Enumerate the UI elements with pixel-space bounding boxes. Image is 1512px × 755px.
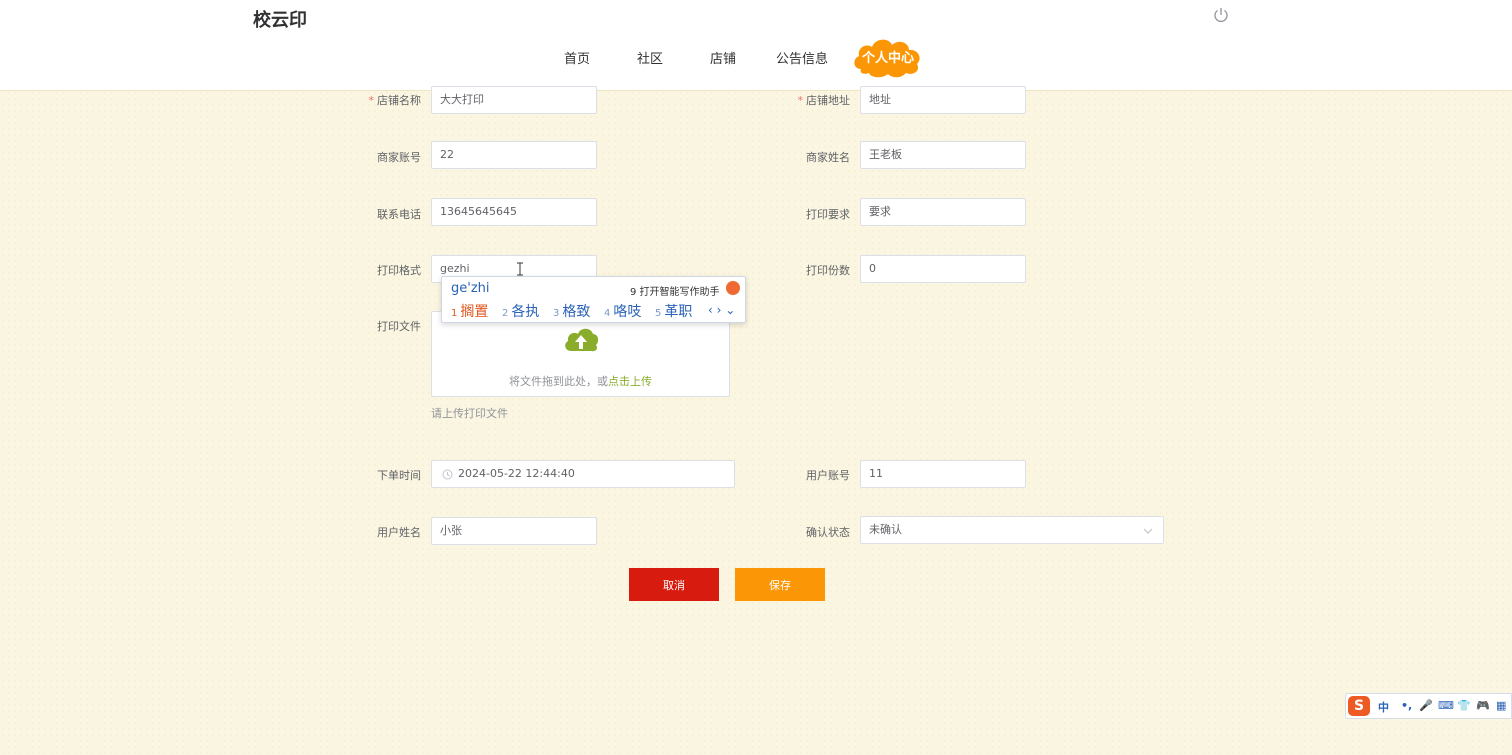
user-account-label: 用户账号 [806, 469, 850, 482]
print-requirement-label: 打印要求 [806, 208, 850, 221]
merchant-name-input[interactable]: 王老板 [860, 141, 1026, 169]
clock-icon [442, 469, 453, 480]
print-requirement-input[interactable]: 要求 [860, 198, 1026, 226]
sogou-logo-icon[interactable]: S [1348, 696, 1370, 716]
shop-address-label: * 店铺地址 [797, 94, 851, 107]
phone-input[interactable]: 13645645645 [431, 198, 597, 226]
ime-candidate[interactable]: 5 革职 [655, 301, 692, 321]
nav-shop[interactable]: 店铺 [710, 48, 736, 67]
upload-drop-text: 将文件拖到此处，或 [509, 375, 608, 388]
microphone-icon[interactable]: 🎤 [1419, 699, 1433, 712]
merchant-name-label: 商家姓名 [806, 151, 850, 164]
ime-page-nav-icon[interactable]: ‹ › ⌄ [708, 303, 735, 317]
chevron-down-icon [1143, 528, 1153, 534]
ime-assistant-icon[interactable] [726, 281, 740, 295]
game-icon[interactable]: 🎮 [1476, 699, 1490, 712]
ime-candidate[interactable]: 1 搁置 [451, 301, 488, 321]
nav-personal-center-label: 个人中心 [861, 51, 914, 66]
ime-writing-assistant-hint[interactable]: 9 打开智能写作助手 [630, 283, 720, 298]
merchant-account-input[interactable]: 22 [431, 141, 597, 169]
nav-community[interactable]: 社区 [637, 48, 663, 67]
shop-address-input[interactable]: 地址 [860, 86, 1026, 114]
print-format-label: 打印格式 [377, 264, 421, 277]
app-logo-title: 校云印 [253, 10, 307, 31]
print-copies-label: 打印份数 [806, 264, 850, 277]
power-icon[interactable] [1212, 6, 1230, 24]
phone-label: 联系电话 [377, 208, 421, 221]
top-header: 校云印 首页 社区 店铺 公告信息 个人中心 [0, 0, 1512, 91]
upload-instruction: 将文件拖到此处，或点击上传 [432, 373, 729, 389]
ime-candidate[interactable]: 4 咯吱 [604, 301, 641, 321]
save-button[interactable]: 保存 [735, 568, 825, 601]
order-time-value: 2024-05-22 12:44:40 [458, 467, 575, 480]
print-copies-input[interactable]: 0 [860, 255, 1026, 283]
file-upload-dropzone[interactable]: 将文件拖到此处，或点击上传 [431, 311, 730, 397]
ime-punctuation-icon[interactable]: •, [1401, 699, 1412, 712]
order-time-picker[interactable]: 2024-05-22 12:44:40 [431, 460, 735, 488]
ime-status-toolbar: S 中 •, 🎤 ⌨ 👕 🎮 ▦ [1345, 693, 1512, 719]
user-account-input[interactable]: 11 [860, 460, 1026, 488]
keyboard-icon[interactable]: ⌨ [1438, 699, 1454, 712]
cloud-upload-icon [565, 328, 599, 352]
nav-personal-center[interactable]: 个人中心 [851, 35, 925, 79]
nav-announcements[interactable]: 公告信息 [776, 48, 828, 67]
cancel-button[interactable]: 取消 [629, 568, 719, 601]
ime-composition: ge'zhi [451, 281, 490, 296]
upload-click-link[interactable]: 点击上传 [608, 375, 652, 388]
print-file-label: 打印文件 [377, 320, 421, 333]
ime-candidate[interactable]: 3 格致 [553, 301, 590, 321]
shop-name-input[interactable]: 大大打印 [431, 86, 597, 114]
user-name-label: 用户姓名 [377, 526, 421, 539]
nav-home[interactable]: 首页 [564, 48, 590, 67]
shop-name-label: * 店铺名称 [368, 94, 422, 107]
ime-candidate[interactable]: 2 各执 [502, 301, 539, 321]
ime-chinese-mode-icon[interactable]: 中 [1378, 699, 1389, 715]
skin-icon[interactable]: 👕 [1457, 699, 1471, 712]
toolbox-icon[interactable]: ▦ [1496, 699, 1506, 712]
confirm-status-select[interactable]: 未确认 [860, 516, 1164, 544]
ime-candidate-popup: ge'zhi 9 打开智能写作助手 1 搁置 2 各执 3 格致 4 咯吱 5 革职 ‹ … [441, 276, 746, 323]
confirm-status-label: 确认状态 [806, 526, 850, 539]
confirm-status-value: 未确认 [869, 523, 902, 536]
merchant-account-label: 商家账号 [377, 151, 421, 164]
order-time-label: 下单时间 [377, 469, 421, 482]
upload-tip: 请上传打印文件 [431, 407, 508, 420]
text-cursor-icon [517, 262, 523, 276]
user-name-input[interactable]: 小张 [431, 517, 597, 545]
